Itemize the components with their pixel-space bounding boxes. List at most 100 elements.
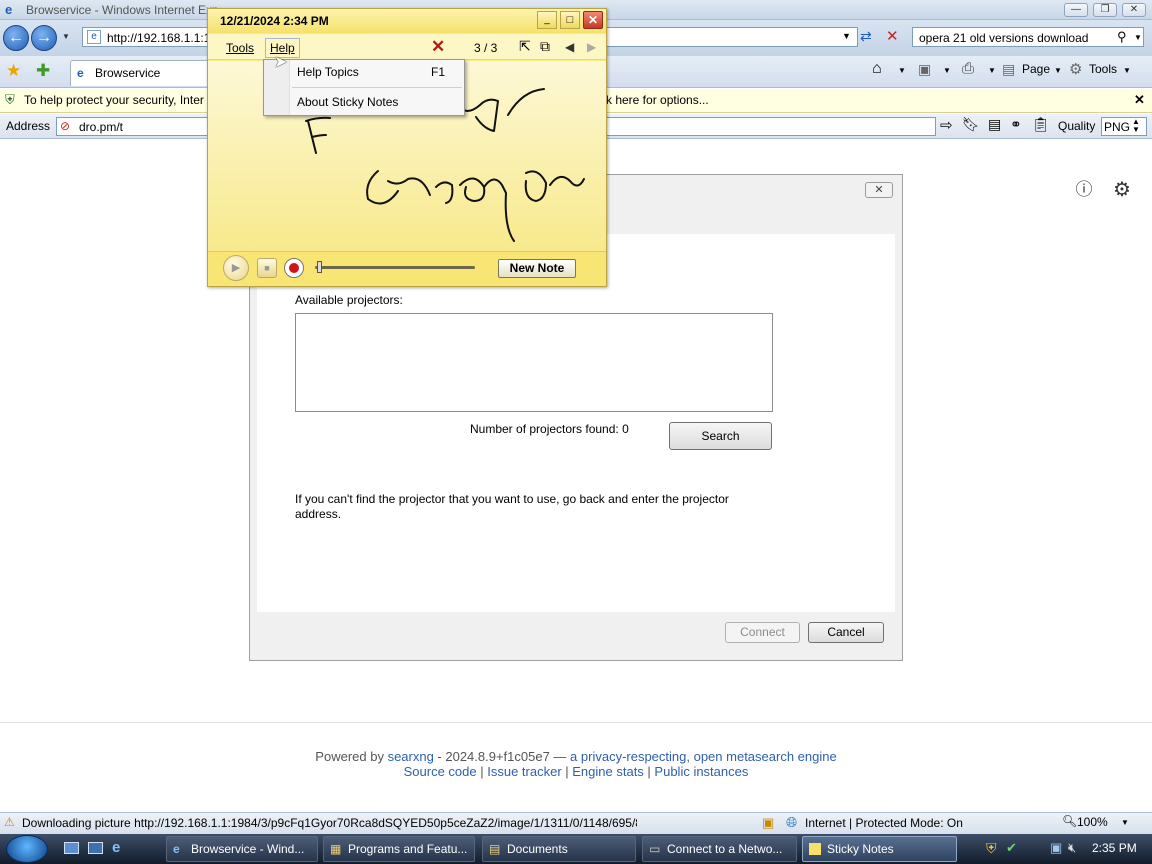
play-button[interactable]: ▶ <box>223 255 249 281</box>
searxng-link[interactable]: searxng <box>388 749 434 764</box>
shield-warning-icon: ⛨ <box>5 92 15 107</box>
public-instances-link[interactable]: Public instances <box>654 764 748 779</box>
issue-tracker-link[interactable]: Issue tracker <box>487 764 561 779</box>
footer-sep: | <box>476 764 488 779</box>
tray-shield-icon[interactable]: ⛨ <box>986 840 997 857</box>
home-icon[interactable]: ⌂ <box>872 60 882 78</box>
home-dropdown-icon[interactable]: ▼ <box>898 66 906 75</box>
ie-quicklaunch-icon[interactable]: e <box>112 839 120 856</box>
tools-gear-icon: ⚙ <box>1069 61 1083 78</box>
taskbar-item-documents[interactable]: ▤ Documents <box>482 836 636 862</box>
back-button[interactable]: ← <box>3 25 29 51</box>
engine-stats-link[interactable]: Engine stats <box>572 764 644 779</box>
slider-thumb[interactable] <box>317 261 322 273</box>
delete-note-icon[interactable]: ✕ <box>431 37 445 57</box>
address-dropdown-icon[interactable]: ▼ <box>842 31 851 41</box>
add-favorites-icon[interactable]: ✚ <box>36 61 50 81</box>
recent-pages-icon[interactable]: ▼ <box>62 32 70 41</box>
start-button[interactable] <box>6 835 48 863</box>
settings-gear-icon[interactable]: ⚙ <box>1112 180 1132 200</box>
page-menu-button[interactable]: Page <box>1022 62 1050 76</box>
taskbar-item-browservice[interactable]: e Browservice - Wind... <box>166 836 318 862</box>
clipboard-icon[interactable]: 📋︎ <box>1032 116 1050 133</box>
forward-button[interactable]: → <box>31 25 57 51</box>
taskbar-item-programs[interactable]: ▦ Programs and Featu... <box>323 836 475 862</box>
sticky-notes-icon <box>809 843 821 855</box>
favorites-star-icon[interactable]: ★ <box>6 61 21 81</box>
search-button[interactable]: Search <box>669 422 772 450</box>
search-box[interactable]: opera 21 old versions download ⚲ ▼ <box>912 27 1144 47</box>
feeds-icon[interactable]: ▣ <box>918 61 931 78</box>
privacy-link[interactable]: a privacy-respecting, open metasearch en… <box>570 749 837 764</box>
print-dropdown-icon[interactable]: ▼ <box>988 66 996 75</box>
infobar-text-left: To help protect your security, Inter <box>24 93 204 107</box>
programs-icon: ▦ <box>330 842 342 856</box>
bookmark-icon[interactable]: 🔖︎ <box>962 116 980 133</box>
note-page-indicator: 3 / 3 <box>474 41 498 55</box>
tools-dropdown-icon[interactable]: ▼ <box>1123 66 1131 75</box>
address-text: http://192.168.1.1:1 <box>107 31 211 45</box>
find-binoculars-icon[interactable]: ⚭ <box>1010 116 1022 133</box>
tab-browservice[interactable]: e Browservice <box>70 60 220 86</box>
connect-button[interactable]: Connect <box>725 622 800 643</box>
page-dropdown-icon[interactable]: ▼ <box>1054 66 1062 75</box>
switch-windows-icon[interactable] <box>88 842 103 854</box>
save-icon[interactable]: ▤ <box>988 116 1001 133</box>
sticky-minimize-button[interactable]: _ <box>537 11 557 29</box>
taskbar-item-label: Browservice - Wind... <box>191 842 305 856</box>
about-sticky-notes-menu-item[interactable]: About Sticky Notes <box>297 95 398 109</box>
footer-divider <box>0 722 1152 723</box>
cursor-icon[interactable]: ⇱ <box>519 38 531 55</box>
print-icon[interactable]: ⎙ <box>962 60 974 77</box>
previous-note-icon[interactable]: ◀ <box>565 40 574 54</box>
infobar-close-icon[interactable]: ✕ <box>1134 92 1145 108</box>
audio-position-slider[interactable] <box>315 266 475 269</box>
minimize-button[interactable]: — <box>1064 3 1088 17</box>
tray-check-icon[interactable]: ✔ <box>1006 840 1017 856</box>
zoom-dropdown-icon[interactable]: ▼ <box>1121 818 1129 827</box>
ie-icon: e <box>173 842 180 856</box>
next-note-icon[interactable]: ▶ <box>587 40 596 54</box>
sticky-close-button[interactable]: ✕ <box>583 11 603 29</box>
zoom-level[interactable]: 100% <box>1077 815 1108 829</box>
search-dropdown-icon[interactable]: ▼ <box>1134 33 1142 42</box>
go-arrow-icon[interactable]: ⇨ <box>940 116 953 134</box>
menu-separator <box>292 87 462 88</box>
info-icon[interactable]: ⓘ <box>1074 180 1094 200</box>
taskbar-clock[interactable]: 2:35 PM <box>1092 841 1137 855</box>
search-input-value: opera 21 old versions download <box>919 31 1089 45</box>
copy-note-icon[interactable]: ⧉ <box>540 38 550 55</box>
new-note-button[interactable]: New Note <box>498 259 576 278</box>
refresh-icon[interactable]: ⇄ <box>860 28 872 45</box>
taskbar-item-label: Connect to a Netwo... <box>667 842 783 856</box>
quality-label: Quality <box>1058 119 1096 133</box>
mouse-cursor-icon: ➤ <box>274 54 288 71</box>
quality-spinner-icon[interactable]: ▲ ▼ <box>1132 118 1140 134</box>
show-desktop-icon[interactable] <box>64 842 79 854</box>
cancel-button[interactable]: Cancel <box>808 622 884 643</box>
projectors-list[interactable] <box>295 313 773 412</box>
tray-network-icon[interactable]: ▣ <box>1050 840 1062 856</box>
dialog-close-button[interactable]: ✕ <box>865 182 893 198</box>
stop-icon[interactable]: ✕ <box>886 27 899 45</box>
taskbar-item-label: Sticky Notes <box>827 842 894 856</box>
page-menu-icon: ▤ <box>1002 61 1016 77</box>
close-window-button[interactable]: ✕ <box>1122 3 1146 17</box>
ie-logo-icon: e <box>5 2 13 17</box>
tray-volume-muted-icon[interactable]: 🔇︎ <box>1068 840 1076 856</box>
taskbar-item-connect-network[interactable]: ▭ Connect to a Netwo... <box>642 836 797 862</box>
record-button[interactable] <box>284 258 304 278</box>
source-code-link[interactable]: Source code <box>404 764 477 779</box>
maximize-button[interactable]: ❐ <box>1093 3 1117 17</box>
powered-prefix: Powered by <box>315 749 388 764</box>
tools-menu-button[interactable]: Tools <box>1089 62 1117 76</box>
quality-select[interactable]: PNG ▲ ▼ <box>1101 117 1147 136</box>
help-topics-menu-item[interactable]: Help Topics <box>297 65 359 79</box>
search-icon[interactable]: ⚲ <box>1117 29 1127 45</box>
sticky-menu-tools[interactable]: Tools <box>226 41 254 55</box>
taskbar-item-sticky-notes[interactable]: Sticky Notes <box>802 836 957 862</box>
stop-button[interactable]: ■ <box>257 258 277 278</box>
sticky-maximize-button[interactable]: □ <box>560 11 580 29</box>
feeds-dropdown-icon[interactable]: ▼ <box>943 66 951 75</box>
taskbar-item-label: Programs and Featu... <box>348 842 468 856</box>
